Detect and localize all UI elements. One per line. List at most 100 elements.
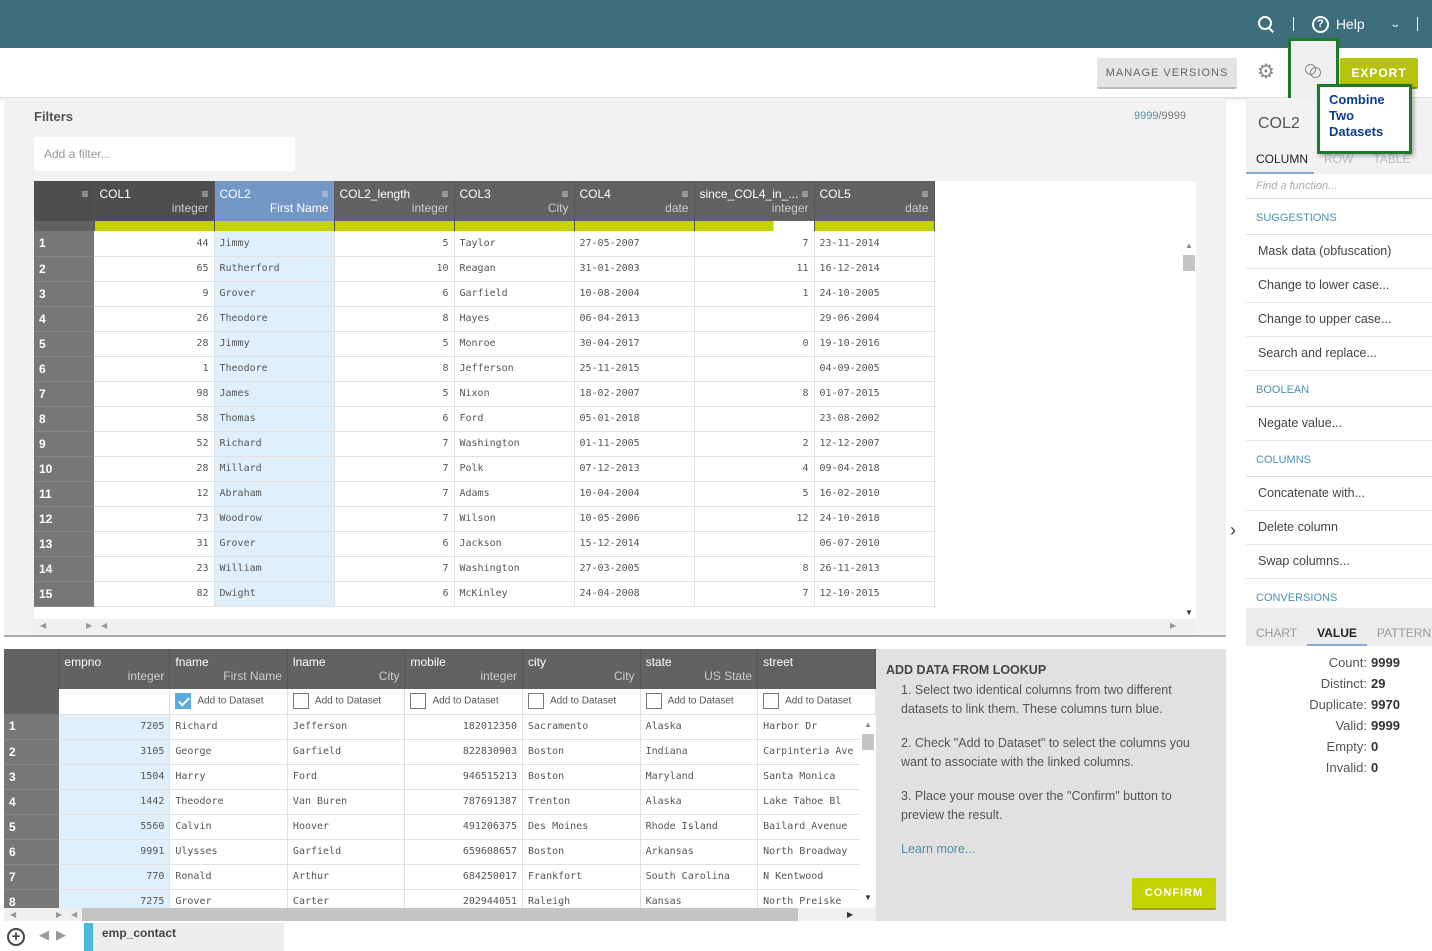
column-header[interactable]: COL3 ≡ City bbox=[454, 181, 575, 231]
checkbox[interactable] bbox=[645, 693, 662, 710]
column-header[interactable]: COL5 ≡ date bbox=[814, 181, 935, 231]
table-cell[interactable]: Wilson bbox=[454, 506, 575, 532]
table-cell[interactable]: Nixon bbox=[454, 381, 575, 407]
table-cell[interactable] bbox=[694, 406, 815, 432]
function-item[interactable]: Change to upper case... bbox=[1246, 303, 1432, 337]
table-cell[interactable]: Dwight bbox=[214, 581, 335, 607]
column-header[interactable]: COL2_length ≡ integer bbox=[334, 181, 455, 231]
scroll-left-icon[interactable]: ◀ bbox=[71, 910, 77, 919]
table-cell[interactable]: 27-05-2007 bbox=[574, 231, 695, 257]
table-cell[interactable]: 65 bbox=[94, 256, 215, 282]
scrollbar-thumb[interactable] bbox=[862, 734, 874, 750]
table-cell[interactable]: 5 bbox=[694, 481, 815, 507]
table-cell[interactable]: Garfield bbox=[454, 281, 575, 307]
table-cell[interactable]: Carter bbox=[287, 889, 406, 908]
table-cell[interactable]: 10-04-2004 bbox=[574, 481, 695, 507]
help-link[interactable]: Help bbox=[1336, 16, 1365, 32]
table-cell[interactable]: Santa Monica bbox=[757, 764, 876, 790]
table-cell[interactable]: 16-02-2010 bbox=[814, 481, 935, 507]
table-cell[interactable]: 787691387 bbox=[404, 789, 524, 815]
column-header[interactable]: lname City bbox=[287, 649, 406, 689]
table-cell[interactable]: Jefferson bbox=[454, 356, 575, 382]
table-cell[interactable]: 1442 bbox=[58, 789, 171, 815]
table-cell[interactable]: 946515213 bbox=[404, 764, 524, 790]
previous-dataset-icon[interactable]: ◀ bbox=[39, 927, 49, 943]
scroll-left-icon[interactable]: ◀ bbox=[40, 621, 46, 630]
chevron-right-icon[interactable]: › bbox=[1230, 520, 1236, 541]
stats-tab-chart[interactable]: CHART bbox=[1246, 626, 1307, 646]
checkbox-checked[interactable] bbox=[175, 693, 192, 710]
table-cell[interactable]: Boston bbox=[522, 839, 641, 865]
function-item[interactable]: Concatenate with... bbox=[1246, 477, 1432, 511]
table-cell[interactable]: Lake Tahoe Bl bbox=[757, 789, 876, 815]
table-cell[interactable]: Boston bbox=[522, 764, 641, 790]
stats-tab-value[interactable]: VALUE bbox=[1307, 626, 1367, 646]
table-cell[interactable]: 8 bbox=[694, 556, 815, 582]
table-cell[interactable]: 8 bbox=[694, 381, 815, 407]
table-cell[interactable]: Arthur bbox=[287, 864, 406, 890]
table-cell[interactable]: 202944051 bbox=[404, 889, 524, 908]
table-cell[interactable]: Rhode Island bbox=[640, 814, 759, 840]
table-cell[interactable]: 12-10-2015 bbox=[814, 581, 935, 607]
table-cell[interactable]: North Preiske bbox=[757, 889, 876, 908]
function-item[interactable]: Negate value... bbox=[1246, 407, 1432, 441]
table-cell[interactable]: 10-08-2004 bbox=[574, 281, 695, 307]
table-row[interactable]: 3 1504 Harry Ford 946515213 Boston Maryland San… bbox=[4, 764, 876, 790]
function-item[interactable]: Change to lower case... bbox=[1246, 269, 1432, 303]
table-cell[interactable]: 7 bbox=[694, 581, 815, 607]
lookup-vertical-scrollbar[interactable]: ▲ ▼ bbox=[860, 716, 876, 906]
table-cell[interactable]: Ford bbox=[287, 764, 406, 790]
table-cell[interactable]: Garfield bbox=[287, 739, 406, 765]
table-cell[interactable]: Jefferson bbox=[287, 714, 406, 740]
menu-icon[interactable]: ≡ bbox=[441, 187, 448, 201]
table-cell[interactable]: 09-04-2018 bbox=[814, 456, 935, 482]
table-cell[interactable]: 31-01-2003 bbox=[574, 256, 695, 282]
table-cell[interactable]: 30-04-2017 bbox=[574, 331, 695, 357]
table-cell[interactable]: 04-09-2005 bbox=[814, 356, 935, 382]
tab-column[interactable]: COLUMN bbox=[1246, 148, 1314, 174]
table-row[interactable]: 8 58 Thomas 6 Ford 05-01-2018 23-08-2002 bbox=[34, 406, 935, 432]
scroll-down-icon[interactable]: ▼ bbox=[864, 893, 872, 902]
table-cell[interactable]: Alaska bbox=[640, 714, 759, 740]
table-cell[interactable]: 25-11-2015 bbox=[574, 356, 695, 382]
checkbox[interactable] bbox=[763, 693, 780, 710]
table-cell[interactable]: 23-08-2002 bbox=[814, 406, 935, 432]
table-cell[interactable]: North Broadway bbox=[757, 839, 876, 865]
table-cell[interactable]: Calvin bbox=[169, 814, 288, 840]
table-cell[interactable]: 24-10-2005 bbox=[814, 281, 935, 307]
table-cell[interactable]: 9991 bbox=[58, 839, 171, 865]
table-cell[interactable]: 23-11-2014 bbox=[814, 231, 935, 257]
table-cell[interactable]: 5 bbox=[334, 231, 455, 257]
table-cell[interactable]: 7205 bbox=[58, 714, 171, 740]
table-cell[interactable] bbox=[694, 356, 815, 382]
table-cell[interactable]: Maryland bbox=[640, 764, 759, 790]
confirm-button[interactable]: CONFIRM bbox=[1132, 878, 1216, 910]
table-cell[interactable]: Ronald bbox=[169, 864, 288, 890]
table-cell[interactable]: Carpinteria Ave bbox=[757, 739, 876, 765]
table-cell[interactable]: 6 bbox=[334, 581, 455, 607]
table-cell[interactable]: 28 bbox=[94, 331, 215, 357]
table-cell[interactable]: 24-04-2008 bbox=[574, 581, 695, 607]
table-row[interactable]: 6 9991 Ulysses Garfield 659608657 Boston Arkan… bbox=[4, 839, 876, 865]
table-cell[interactable]: McKinley bbox=[454, 581, 575, 607]
table-cell[interactable]: Des Moines bbox=[522, 814, 641, 840]
add-to-dataset-cell[interactable]: Add to Dataset bbox=[404, 689, 524, 715]
table-cell[interactable]: Van Buren bbox=[287, 789, 406, 815]
table-cell[interactable]: Harry bbox=[169, 764, 288, 790]
column-header[interactable]: since_COL4_in_... ≡ integer bbox=[694, 181, 815, 231]
table-cell[interactable]: Trenton bbox=[522, 789, 641, 815]
learn-more-link[interactable]: Learn more... bbox=[886, 840, 1216, 859]
table-cell[interactable]: Theodore bbox=[214, 356, 335, 382]
row-header-corner[interactable]: ≡ bbox=[34, 181, 95, 231]
table-row[interactable]: 2 3105 George Garfield 822830903 Boston Indian… bbox=[4, 739, 876, 765]
table-row[interactable]: 3 9 Grover 6 Garfield 10-08-2004 1 24-10-2005 bbox=[34, 281, 935, 307]
table-cell[interactable]: 6 bbox=[334, 406, 455, 432]
table-cell[interactable]: Richard bbox=[214, 431, 335, 457]
table-cell[interactable]: Abraham bbox=[214, 481, 335, 507]
table-cell[interactable]: N Kentwood bbox=[757, 864, 876, 890]
table-cell[interactable]: 82 bbox=[94, 581, 215, 607]
table-cell[interactable]: 44 bbox=[94, 231, 215, 257]
table-cell[interactable]: 7 bbox=[694, 231, 815, 257]
dataset-tab[interactable]: emp_contact bbox=[84, 923, 284, 951]
table-row[interactable]: 1 7205 Richard Jefferson 182012350 Sacramento… bbox=[4, 714, 876, 740]
